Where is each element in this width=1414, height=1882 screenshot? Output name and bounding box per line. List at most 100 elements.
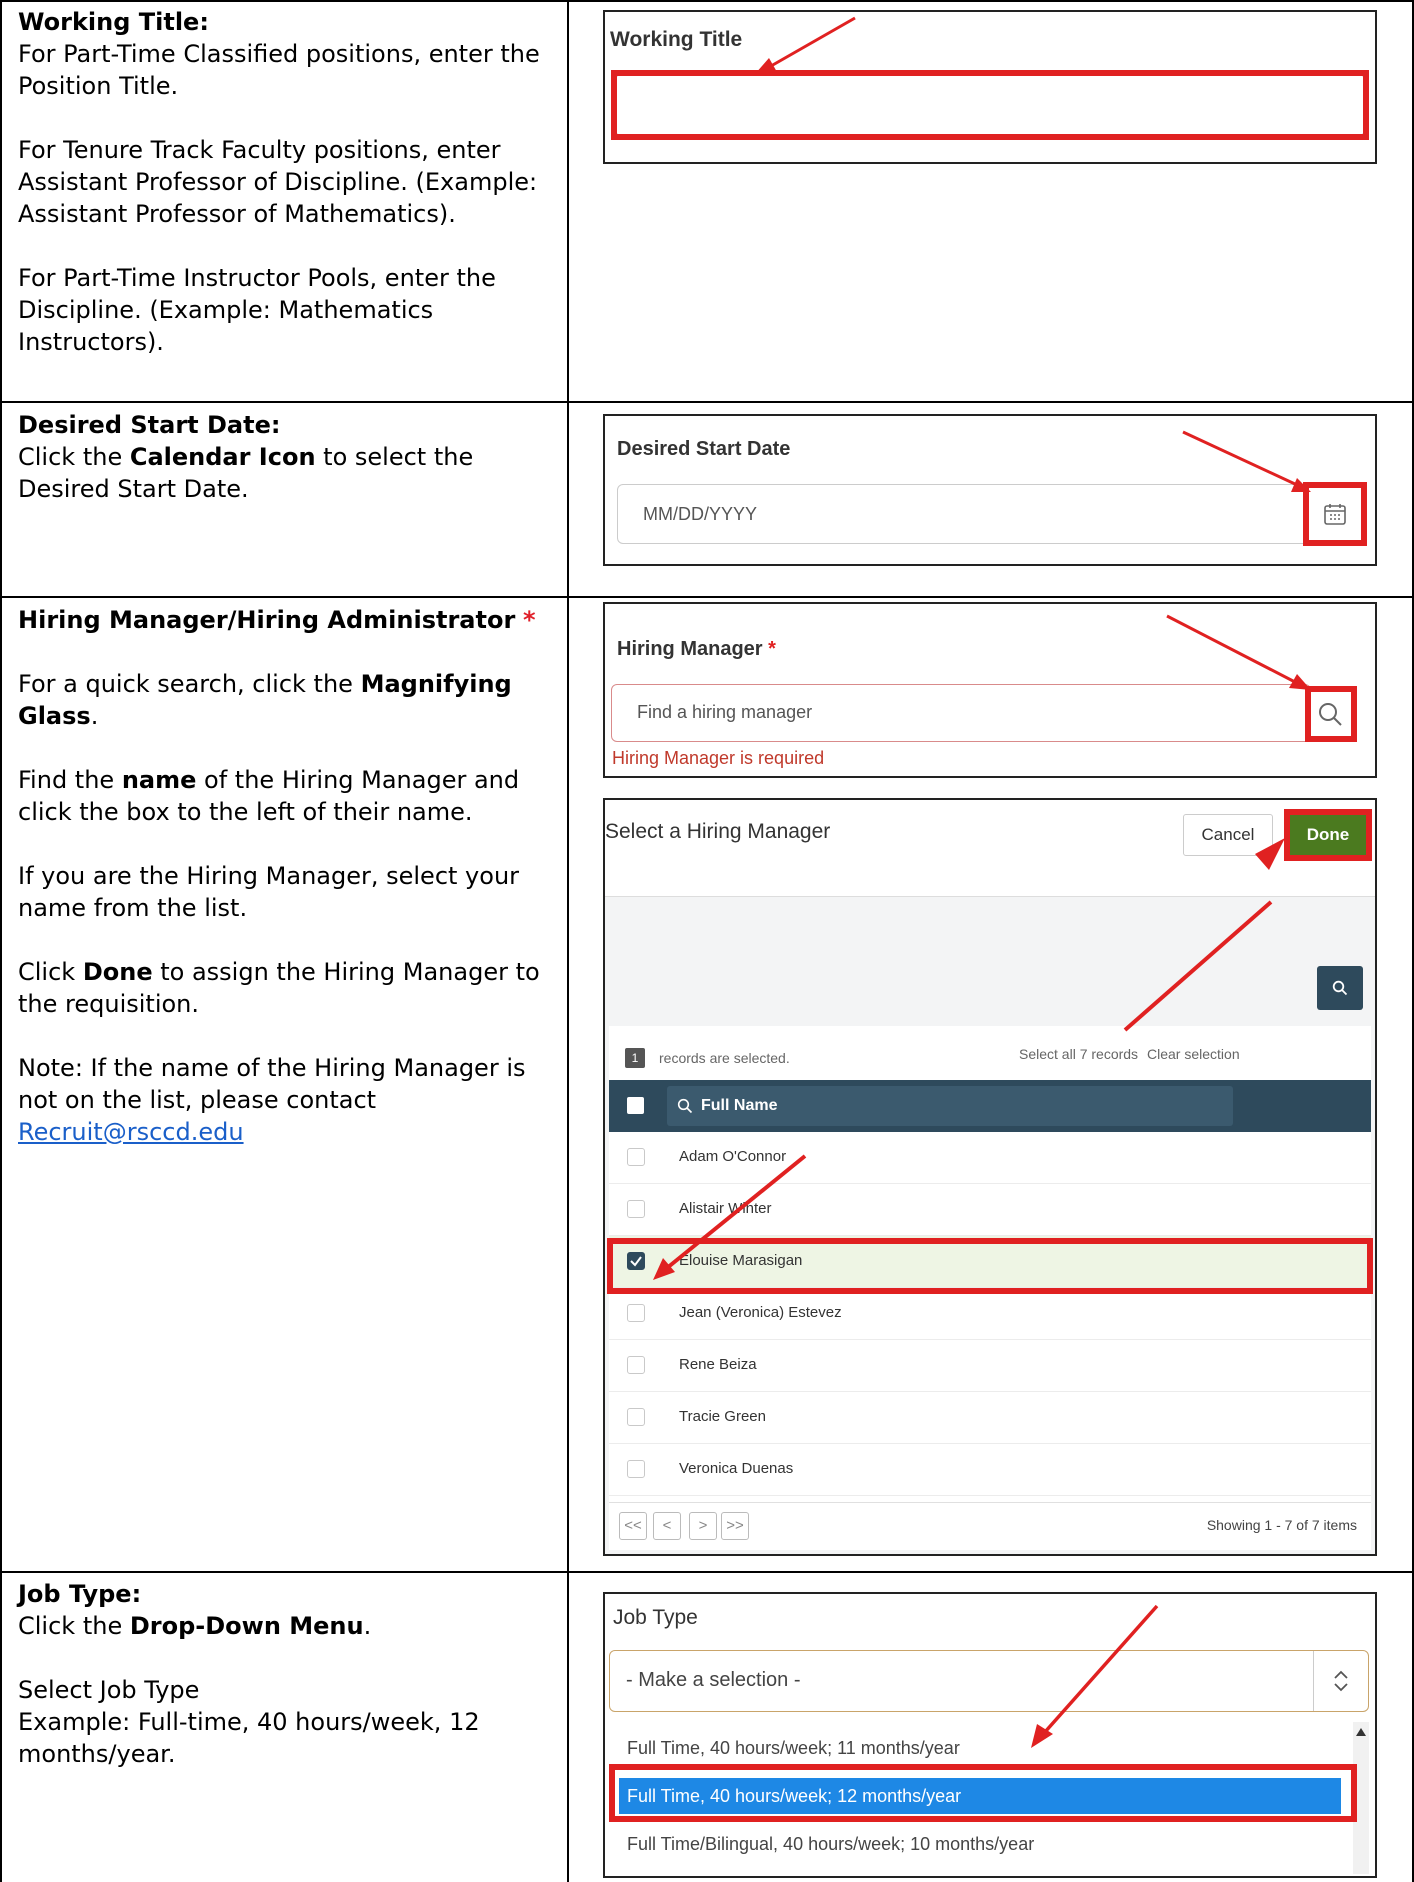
jt-para-1: Click the — [18, 1612, 130, 1640]
selected-count-badge: 1 — [625, 1048, 645, 1068]
jt-para-1-end: . — [363, 1612, 372, 1640]
row-checkbox[interactable] — [627, 1356, 645, 1374]
clear-selection-link[interactable]: Clear selection — [1147, 1046, 1240, 1062]
job-type-instructions: Job Type: Click the Drop-Down Menu. Sele… — [18, 1578, 563, 1770]
row-checkbox[interactable] — [627, 1408, 645, 1426]
table-row-divider — [0, 401, 1414, 403]
start-date-instructions: Desired Start Date: Click the Calendar I… — [18, 409, 563, 505]
search-icon — [677, 1098, 693, 1114]
hiring-manager-heading: Hiring Manager/Hiring Administrator — [18, 606, 516, 634]
working-title-heading: Working Title: — [18, 8, 209, 36]
hm-para-4: Click — [18, 958, 83, 986]
select-all-checkbox[interactable] — [627, 1097, 644, 1114]
select-all-link[interactable]: Select all 7 records — [1019, 1046, 1138, 1062]
name-row[interactable]: Jean (Veronica) Estevez — [609, 1288, 1371, 1340]
scroll-up-icon[interactable] — [1356, 1728, 1366, 1736]
row-checkbox[interactable] — [627, 1460, 645, 1478]
hm-label-text: Hiring Manager — [617, 638, 763, 660]
row-checkbox[interactable] — [627, 1148, 645, 1166]
hiring-manager-search-screenshot: Hiring Manager * Find a hiring manager H… — [603, 602, 1377, 778]
first-page-button[interactable]: << — [619, 1512, 647, 1540]
start-date-text: Click the — [18, 443, 130, 471]
table-row-divider — [0, 596, 1414, 598]
jt-para-3: Example: Full-time, 40 hours/week, 12 mo… — [18, 1708, 480, 1768]
hiring-manager-error: Hiring Manager is required — [612, 748, 825, 768]
row-checkbox[interactable] — [627, 1304, 645, 1322]
option-highlight-box — [609, 1764, 1357, 1822]
select-hiring-manager-dialog: Select a Hiring Manager Cancel Done 1 re… — [603, 798, 1377, 1556]
hiring-manager-instructions: Hiring Manager/Hiring Administrator * Fo… — [18, 604, 563, 1148]
start-date-screenshot: Desired Start Date MM/DD/YYYY — [603, 414, 1377, 566]
job-type-option[interactable]: Full Time/Bilingual, 40 hours/week; 10 m… — [619, 1826, 1341, 1862]
start-date-heading: Desired Start Date: — [18, 411, 281, 439]
pager: << < > >> Showing 1 - 7 of 7 items — [609, 1502, 1371, 1549]
row-name: Adam O'Connor — [679, 1148, 787, 1165]
job-type-screenshot: Job Type - Make a selection - Full Time,… — [603, 1592, 1377, 1878]
row-name: Veronica Duenas — [679, 1460, 794, 1477]
hm-para-1: For a quick search, click the — [18, 670, 361, 698]
row-name: Alistair Winter — [679, 1200, 772, 1217]
recruit-email-link[interactable]: Recruit@rsccd.edu — [18, 1118, 244, 1146]
name-row[interactable]: Tracie Green — [609, 1392, 1371, 1444]
grid-header: Full Name — [609, 1080, 1371, 1132]
working-title-field-label: Working Title — [610, 28, 743, 51]
chevron-up-down-icon — [1334, 1670, 1348, 1692]
done-term: Done — [82, 958, 153, 986]
hiring-manager-search-placeholder: Find a hiring manager — [637, 702, 813, 722]
selected-count-text: records are selected. — [659, 1050, 790, 1066]
name-term: name — [121, 766, 197, 794]
cancel-button[interactable]: Cancel — [1183, 814, 1273, 856]
calendar-icon-term: Calendar Icon — [129, 443, 316, 471]
working-title-instructions: Working Title: For Part-Time Classified … — [18, 6, 563, 358]
working-title-para-3: For Part-Time Instructor Pools, enter th… — [18, 264, 496, 356]
row-name: Tracie Green — [679, 1408, 766, 1425]
showing-count: Showing 1 - 7 of 7 items — [1206, 1517, 1357, 1533]
magnifying-glass-icon[interactable] — [1317, 701, 1343, 727]
job-type-field-label: Job Type — [613, 1606, 698, 1629]
job-type-selected-value: - Make a selection - — [626, 1669, 801, 1691]
required-marker: * — [522, 606, 536, 634]
row-checkbox[interactable] — [627, 1200, 645, 1218]
jt-para-2: Select Job Type — [18, 1676, 200, 1704]
hm-para-3: If you are the Hiring Manager, select yo… — [18, 862, 520, 922]
name-row[interactable]: Alistair Winter — [609, 1184, 1371, 1236]
next-page-button[interactable]: > — [689, 1512, 717, 1540]
hm-para-1-end: . — [90, 702, 99, 730]
table-column-divider — [567, 0, 569, 1882]
hiring-manager-field-label: Hiring Manager * — [617, 638, 776, 661]
hm-label-required: * — [768, 638, 776, 660]
dialog-divider — [605, 896, 1375, 897]
full-name-filter[interactable]: Full Name — [667, 1086, 1233, 1126]
search-icon — [1332, 980, 1348, 996]
job-type-select[interactable]: - Make a selection - — [609, 1650, 1369, 1712]
name-list: Adam O'Connor Alistair Winter Elouise Mara… — [609, 1132, 1371, 1502]
table-border-left — [0, 0, 2, 1882]
hm-note: Note: If the name of the Hiring Manager … — [18, 1054, 526, 1114]
start-date-field-label: Desired Start Date — [617, 438, 791, 460]
start-date-placeholder: MM/DD/YYYY — [643, 504, 758, 524]
hm-para-2: Find the — [18, 766, 122, 794]
row-name: Jean (Veronica) Estevez — [679, 1304, 842, 1321]
full-name-column-header: Full Name — [701, 1097, 778, 1114]
working-title-highlight-box — [611, 70, 1369, 140]
table-row-divider — [0, 1571, 1414, 1573]
job-type-heading: Job Type: — [18, 1580, 142, 1608]
instruction-document: Working Title: For Part-Time Classified … — [0, 0, 1414, 1882]
working-title-screenshot: Working Title — [603, 10, 1377, 164]
done-highlight-box — [1284, 809, 1372, 861]
calendar-icon[interactable] — [1323, 502, 1347, 526]
last-page-button[interactable]: >> — [721, 1512, 749, 1540]
working-title-para-2: For Tenure Track Faculty positions, ente… — [18, 136, 538, 228]
job-type-option[interactable]: Full Time, 40 hours/week; 11 months/year — [619, 1730, 1341, 1766]
dialog-search-button[interactable] — [1317, 966, 1363, 1010]
name-row[interactable]: Rene Beiza — [609, 1340, 1371, 1392]
prev-page-button[interactable]: < — [653, 1512, 681, 1540]
name-row[interactable]: Adam O'Connor — [609, 1132, 1371, 1184]
name-row[interactable]: Veronica Duenas — [609, 1444, 1371, 1496]
row-name: Rene Beiza — [679, 1356, 757, 1373]
drop-down-menu-term: Drop-Down Menu — [129, 1612, 364, 1640]
dialog-title: Select a Hiring Manager — [605, 820, 831, 843]
selected-row-highlight-box — [607, 1238, 1373, 1294]
table-border-top — [0, 0, 1414, 2]
working-title-para-1: For Part-Time Classified positions, ente… — [18, 40, 540, 100]
